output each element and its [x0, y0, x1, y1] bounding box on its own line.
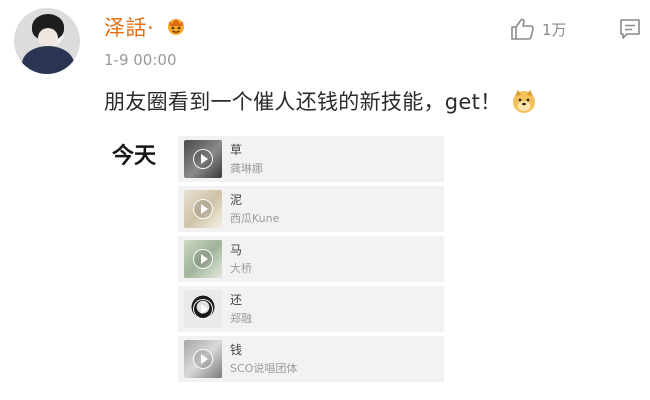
song-cover: [184, 290, 222, 328]
doge-icon: [513, 90, 536, 113]
song-artist: SCO说唱团体: [230, 361, 298, 375]
play-icon[interactable]: [193, 349, 213, 369]
play-icon[interactable]: [193, 249, 213, 269]
song-list: 草 龚琳娜 泥 西瓜Kune 马 大桥 还 郑融 钱 SCO说唱团体: [178, 136, 444, 382]
username[interactable]: 泽話·: [104, 12, 154, 42]
crown-smiley-icon: [168, 19, 184, 35]
song-artist: 大桥: [230, 261, 252, 275]
thumbs-up-icon: [511, 18, 534, 40]
play-icon[interactable]: [193, 149, 213, 169]
song-artist: 龚琳娜: [230, 161, 263, 175]
like-button[interactable]: 1万: [510, 17, 567, 41]
song-cover: [184, 340, 222, 378]
post-text: 朋友圈看到一个催人还钱的新技能，get！: [104, 86, 537, 116]
song-title: 泥: [230, 192, 243, 207]
timestamp: 1-9 00:00: [104, 51, 177, 69]
today-label: 今天: [112, 144, 157, 169]
song-artist: 郑融: [230, 311, 252, 325]
song-title: 马: [230, 242, 243, 257]
play-icon[interactable]: [193, 299, 213, 319]
song-title: 还: [230, 292, 243, 307]
song-card[interactable]: 草 龚琳娜: [178, 136, 444, 182]
song-card[interactable]: 泥 西瓜Kune: [178, 186, 444, 232]
avatar[interactable]: [14, 8, 80, 74]
like-count: 1万: [542, 20, 567, 39]
play-icon[interactable]: [193, 199, 213, 219]
song-title: 钱: [230, 342, 243, 357]
song-artist: 西瓜Kune: [230, 211, 280, 225]
song-title: 草: [230, 142, 243, 157]
comment-icon[interactable]: [618, 17, 642, 41]
song-cover: [184, 190, 222, 228]
song-cover: [184, 140, 222, 178]
song-card[interactable]: 钱 SCO说唱团体: [178, 336, 444, 382]
song-cover: [184, 240, 222, 278]
song-card[interactable]: 马 大桥: [178, 236, 444, 282]
song-card[interactable]: 还 郑融: [178, 286, 444, 332]
post-text-content: 朋友圈看到一个催人还钱的新技能，get！: [104, 90, 502, 114]
weibo-comment: 泽話· 1-9 00:00 1万 朋友圈看到一个催人还钱的新技能，get！ 今天…: [0, 0, 650, 400]
